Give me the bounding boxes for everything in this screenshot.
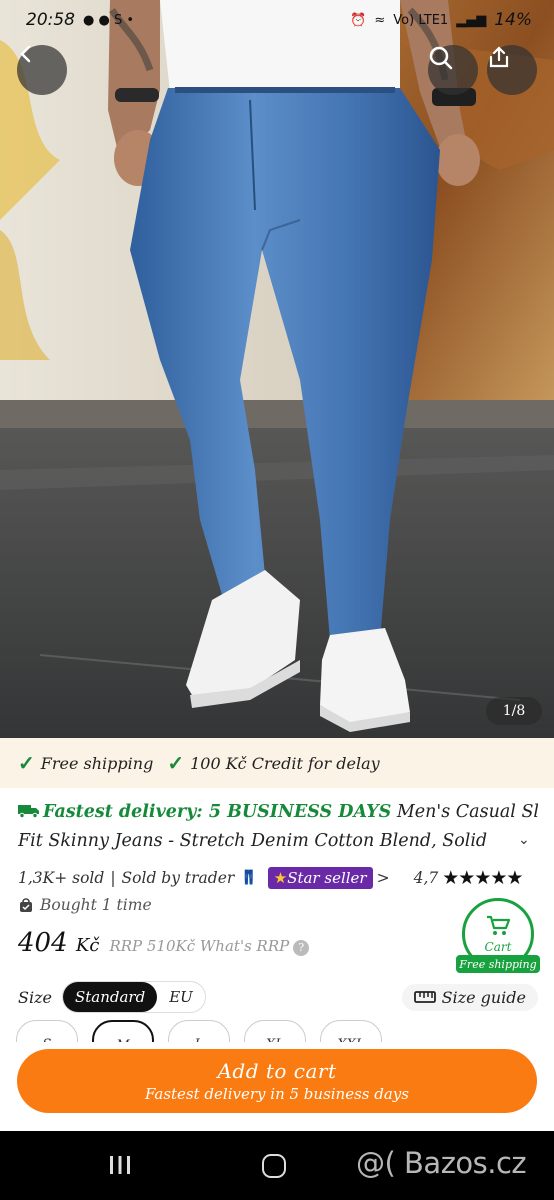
alarm-icon: ⏰ (350, 12, 367, 28)
notification-icons: ● ● S • (83, 12, 135, 28)
rating[interactable]: 4,7 ★★★★★ (413, 867, 524, 889)
recents-icon[interactable] (108, 1155, 132, 1175)
rating-stars-icon: ★★★★★ (442, 867, 523, 889)
clock: 20:58 (26, 10, 75, 30)
search-button[interactable] (428, 45, 478, 95)
cart-icon (487, 915, 511, 935)
delivery-truck-icon (18, 805, 39, 818)
product-image[interactable]: 1/8 (0, 0, 554, 738)
free-shipping-tag: Free shipping (456, 955, 540, 973)
size-system-standard[interactable]: Standard (62, 982, 158, 1012)
benefit-label: 100 Kč Credit for delay (190, 753, 380, 773)
seller-meta-row: 1,3K+ sold | Sold by trader 👖 ★Star sell… (18, 864, 538, 892)
battery-level: 14% (494, 10, 532, 30)
fast-delivery-label: Fastest delivery: 5 BUSINESS DAYS (43, 802, 392, 822)
ruler-icon (413, 991, 436, 1003)
title-text-part2: Fit Skinny Jeans - Stretch Denim Cotton … (18, 831, 488, 851)
cart-label: Cart (484, 940, 512, 954)
shopping-bag-icon (20, 898, 32, 912)
add-to-cart-button[interactable]: Add to cart Fastest delivery in 5 busine… (17, 1049, 537, 1113)
star-seller-label: Star seller (287, 869, 367, 887)
search-icon (429, 46, 453, 70)
add-to-cart-label: Add to cart (217, 1059, 337, 1083)
add-to-cart-sublabel: Fastest delivery in 5 business days (145, 1085, 409, 1103)
wifi-icon: ≈ (374, 12, 386, 28)
bought-label: Bought 1 time (40, 896, 152, 914)
signal-icon: ▂▄▆ (456, 12, 487, 28)
benefit-label: Free shipping (40, 753, 154, 773)
status-bar: 20:58 ● ● S • ⏰ ≈ Vo) LTE1 ▂▄▆ 14% (0, 0, 554, 40)
price-row: 404 Kč RRP 510Kč What's RRP? (18, 928, 310, 964)
cart-button[interactable]: Cart Free shipping (456, 898, 540, 973)
size-label: Size (18, 987, 52, 1007)
rrp-label[interactable]: RRP 510Kč What's RRP? (109, 937, 310, 956)
rrp-text: RRP 510Kč What's RRP (109, 937, 290, 955)
price: 404 Kč (18, 928, 99, 958)
price-value: 404 (18, 928, 68, 958)
size-option-xxl[interactable]: XXL (320, 1020, 382, 1042)
image-counter: 1/8 (486, 697, 542, 725)
sold-count: 1,3K+ sold (18, 869, 105, 887)
benefit-free-shipping: ✓ Free shipping (18, 751, 153, 775)
bought-row: Bought 1 time (18, 893, 152, 917)
sold-by-label[interactable]: Sold by trader (122, 869, 235, 887)
size-options: S M L XL XXL (16, 1020, 536, 1042)
rating-value: 4,7 (413, 869, 439, 887)
size-system-toggle[interactable]: Standard EU (61, 981, 206, 1013)
share-icon (489, 46, 509, 68)
product-title[interactable]: Fastest delivery: 5 BUSINESS DAYS Men's … (18, 798, 538, 856)
size-option-m[interactable]: M (92, 1020, 154, 1042)
seller-avatar-icon: 👖 (240, 870, 258, 886)
watermark: @( Bazos.cz (356, 1146, 527, 1180)
benefit-delay-credit: ✓ 100 Kč Credit for delay (167, 751, 379, 775)
size-guide-button[interactable]: Size guide (401, 983, 538, 1011)
size-option-l[interactable]: L (168, 1020, 230, 1042)
title-text-part1: Men's Casual Slim (396, 802, 538, 822)
check-icon: ✓ (167, 751, 185, 775)
separator: | (110, 869, 116, 887)
star-seller-badge[interactable]: ★Star seller (267, 867, 373, 889)
price-currency: Kč (75, 935, 100, 956)
size-option-xl[interactable]: XL (244, 1020, 306, 1042)
back-arrow-icon (20, 45, 31, 63)
chevron-right-icon[interactable]: > (377, 869, 390, 887)
home-icon[interactable] (262, 1154, 286, 1178)
jeans-photo (0, 0, 554, 738)
check-icon: ✓ (18, 751, 35, 775)
back-button[interactable] (17, 45, 67, 95)
size-system-eu[interactable]: EU (157, 982, 205, 1012)
size-row: Size Standard EU Size guide (18, 980, 538, 1014)
benefits-bar[interactable]: ✓ Free shipping ✓ 100 Kč Credit for dela… (0, 738, 554, 788)
help-icon: ? (293, 939, 310, 956)
expand-title-chevron-icon[interactable]: ⌄ (518, 832, 530, 848)
network-label: Vo) LTE1 (393, 12, 449, 28)
share-button[interactable] (487, 45, 537, 95)
star-icon: ★ (273, 869, 288, 887)
size-option-s[interactable]: S (16, 1020, 78, 1042)
size-guide-label: Size guide (441, 987, 526, 1007)
